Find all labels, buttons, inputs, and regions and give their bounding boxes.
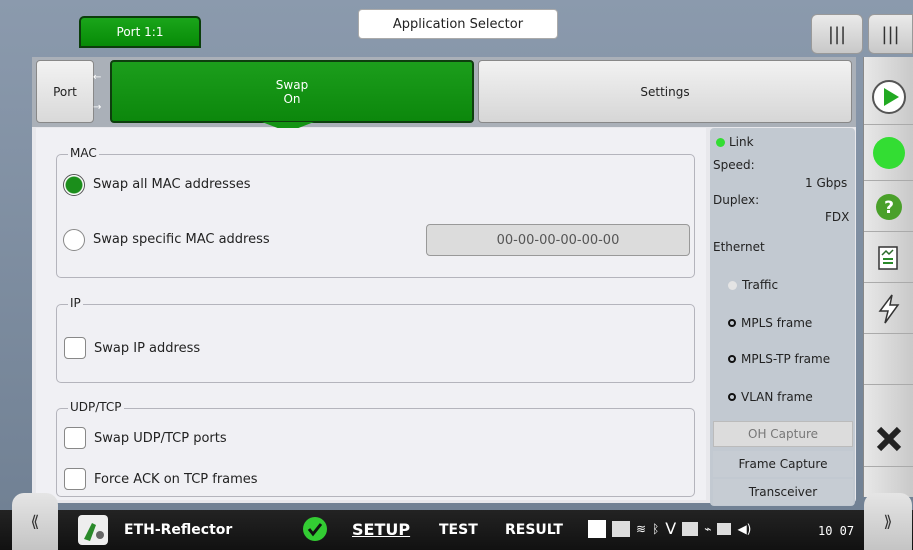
mac-address-field[interactable]: 00-00-00-00-00-00 — [426, 224, 690, 256]
setup-button[interactable]: SETUP — [352, 520, 410, 539]
menu-icon[interactable]: ||| — [811, 14, 863, 54]
system-tray: ≋ ᛒ V ⌁ ◀) — [588, 519, 751, 538]
play-icon[interactable] — [864, 69, 913, 125]
link-led-icon — [716, 138, 725, 147]
tab-settings-label: Settings — [640, 84, 690, 99]
chevron-right-icon[interactable]: ⟫ — [864, 493, 912, 550]
test-button[interactable]: TEST — [439, 522, 478, 538]
ip-group-title: IP — [68, 296, 83, 310]
swap-ports-checkbox[interactable] — [64, 427, 86, 449]
v-icon: V — [665, 519, 677, 538]
swap-all-mac-label: Swap all MAC addresses — [93, 177, 251, 192]
lan-icon — [717, 522, 732, 535]
volume-icon: ◀) — [737, 521, 752, 536]
network-icon — [682, 521, 699, 536]
lightning-icon[interactable] — [864, 284, 913, 334]
mpls-label: MPLS frame — [741, 316, 813, 330]
storage-icon — [612, 520, 630, 537]
swap-all-mac-radio[interactable] — [63, 174, 85, 196]
app-name-label: ETH-Reflector — [124, 522, 233, 538]
force-ack-checkbox[interactable] — [64, 468, 86, 490]
mac-group — [56, 154, 695, 278]
mpls-indicator-icon — [728, 319, 736, 327]
swap-specific-mac-label: Swap specific MAC address — [93, 232, 270, 247]
mac-group-title: MAC — [68, 146, 99, 160]
tab-bar: Port Swap On Settings — [32, 57, 856, 127]
app-icon — [78, 515, 108, 545]
duplex-label: Duplex: — [713, 193, 760, 207]
tab-port[interactable]: Port — [36, 60, 94, 123]
chevron-left-icon[interactable]: ⟪ — [12, 493, 58, 550]
wifi-icon: ≋ — [636, 521, 647, 536]
vlan-label: VLAN frame — [741, 390, 813, 404]
svg-text:?: ? — [884, 198, 894, 218]
mpls-tp-label: MPLS-TP frame — [741, 352, 831, 366]
duplex-value: FDX — [825, 210, 850, 224]
swap-ports-label: Swap UDP/TCP ports — [94, 431, 227, 446]
tab-swap-label: Swap — [275, 77, 309, 92]
swap-ip-label: Swap IP address — [94, 341, 201, 356]
tab-swap-state: On — [283, 91, 301, 106]
direction-arrows-icon: ← → — [93, 72, 102, 113]
force-ack-label: Force ACK on TCP frames — [94, 472, 258, 487]
power-icon — [588, 519, 606, 538]
result-button[interactable]: RESULT — [505, 522, 563, 538]
oh-capture-button[interactable]: OH Capture — [713, 421, 853, 447]
ethernet-label: Ethernet — [713, 240, 765, 254]
menu-icon[interactable]: ||| — [868, 14, 913, 54]
report-icon[interactable] — [864, 233, 913, 283]
status-led-icon — [864, 126, 913, 181]
traffic-label: Traffic — [742, 278, 779, 292]
close-icon[interactable] — [864, 411, 913, 467]
tab-port-label: Port — [53, 84, 77, 99]
swap-specific-mac-radio[interactable] — [63, 229, 85, 251]
speed-label: Speed: — [713, 158, 755, 172]
satellite-icon: ⌁ — [704, 521, 712, 536]
application-selector-button[interactable]: Application Selector — [358, 9, 558, 39]
tab-swap[interactable]: Swap On — [110, 60, 474, 123]
bluetooth-icon: ᛒ — [652, 521, 660, 536]
frame-capture-button[interactable]: Frame Capture — [713, 451, 853, 477]
udptcp-group-title: UDP/TCP — [68, 400, 124, 414]
check-icon — [302, 516, 328, 546]
right-sidebar: ? — [863, 57, 913, 497]
link-label: Link — [729, 135, 754, 149]
mpls-tp-indicator-icon — [728, 355, 736, 363]
blank-cell — [864, 335, 913, 385]
help-icon[interactable]: ? — [864, 182, 913, 232]
traffic-led-icon — [728, 281, 737, 290]
tab-settings[interactable]: Settings — [478, 60, 852, 123]
clock-label: 10 07 — [818, 524, 855, 538]
swap-ip-checkbox[interactable] — [64, 337, 86, 359]
vlan-indicator-icon — [728, 393, 736, 401]
transceiver-button[interactable]: Transceiver — [713, 479, 853, 505]
speed-value: 1 Gbps — [805, 176, 848, 190]
port-tab[interactable]: Port 1:1 — [79, 16, 201, 48]
